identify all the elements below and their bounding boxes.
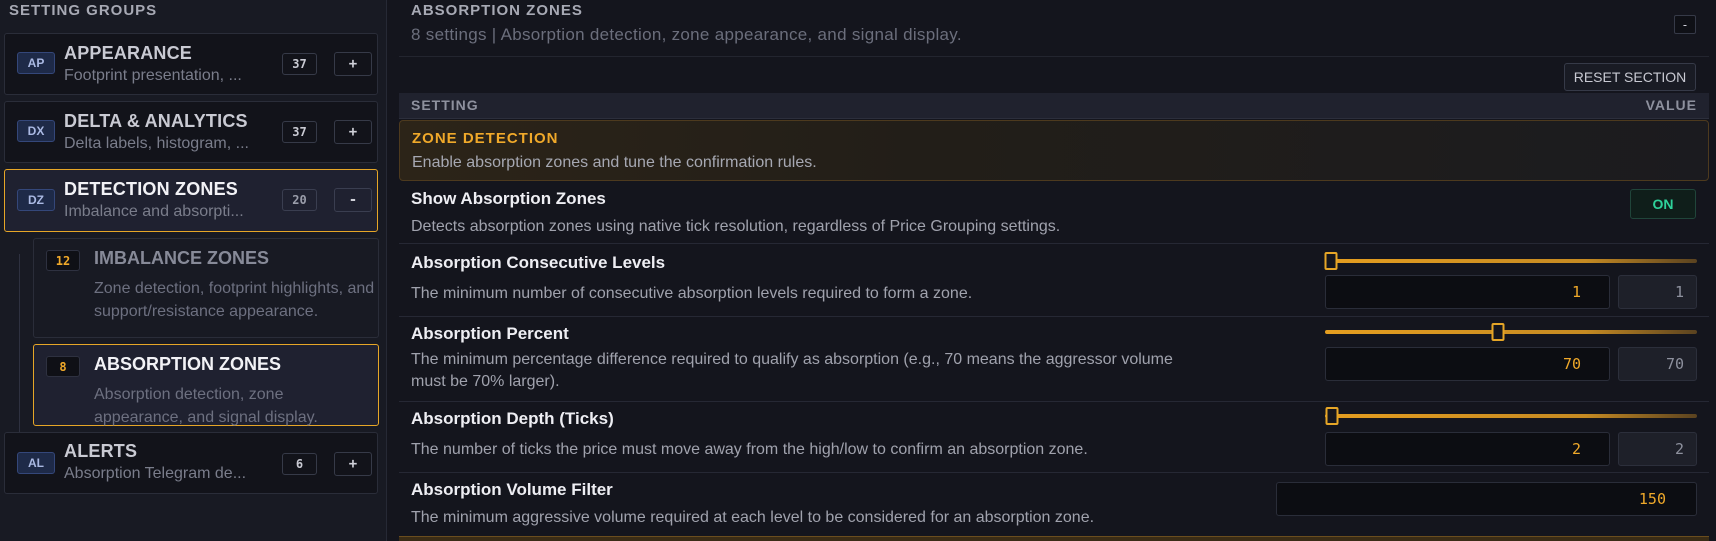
expand-button[interactable]: + (334, 52, 372, 76)
expand-button[interactable]: + (334, 120, 372, 144)
subsection-title: ZONE DETECTION (412, 130, 559, 147)
setting-label: Absorption Depth (Ticks) (411, 409, 614, 428)
slider-thumb[interactable] (1491, 323, 1505, 341)
section-divider (399, 56, 1709, 57)
group-badge: AL (17, 452, 55, 474)
sidebar-divider (386, 0, 387, 541)
subgroup-count: 12 (46, 250, 80, 271)
setting-row-consecutive-levels: Absorption Consecutive Levels The minimu… (399, 245, 1709, 317)
reset-section-button[interactable]: RESET SECTION (1564, 63, 1696, 91)
subgroup-count: 8 (46, 356, 80, 377)
subgroup-description: Absorption detection, zone appearance, a… (94, 386, 318, 426)
slider-thumb[interactable] (1324, 252, 1338, 270)
setting-description: The minimum number of consecutive absorp… (411, 285, 973, 302)
group-badge: AP (17, 52, 55, 74)
absorption-percent-input[interactable]: 70 (1325, 347, 1610, 381)
volume-filter-input[interactable]: 150 (1276, 482, 1697, 516)
setting-description: The minimum percentage difference requir… (411, 351, 1173, 390)
subgroup-description: Zone detection, footprint highlights, an… (94, 280, 375, 320)
subgroup-imbalance-zones[interactable]: 12 IMBALANCE ZONES Zone detection, footp… (33, 238, 379, 338)
absorption-depth-input[interactable]: 2 (1325, 432, 1610, 466)
setting-description: Detects absorption zones using native ti… (411, 218, 1061, 235)
setting-count: 6 (282, 453, 317, 475)
absorption-depth-readout: 2 (1618, 432, 1697, 466)
setting-label: Absorption Volume Filter (411, 480, 613, 499)
absorption-percent-readout: 70 (1618, 347, 1697, 381)
group-title: DELTA & ANALYTICS (64, 111, 248, 131)
group-detection-zones[interactable]: DZ DETECTION ZONES Imbalance and absorpt… (4, 169, 378, 232)
setting-row-volume-filter: Absorption Volume Filter The minimum agg… (399, 474, 1709, 536)
slider-thumb[interactable] (1325, 407, 1339, 425)
group-description: Absorption Telegram de... (64, 465, 247, 482)
setting-description: The number of ticks the price must move … (411, 441, 1088, 458)
group-badge: DZ (17, 189, 55, 211)
consecutive-levels-input[interactable]: 1 (1325, 275, 1610, 309)
collapse-button[interactable]: - (334, 188, 372, 212)
subsection-zone-detection: ZONE DETECTION Enable absorption zones a… (399, 120, 1709, 181)
group-title: APPEARANCE (64, 43, 193, 63)
next-subsection-edge (399, 536, 1709, 541)
group-title: ALERTS (64, 441, 138, 461)
setting-row-absorption-percent: Absorption Percent The minimum percentag… (399, 318, 1709, 402)
setting-description: The minimum aggressive volume required a… (411, 509, 1095, 526)
setting-label: Absorption Percent (411, 324, 569, 343)
setting-label: Absorption Consecutive Levels (411, 253, 666, 272)
group-description: Delta labels, histogram, ... (64, 135, 249, 152)
group-delta-analytics[interactable]: DX DELTA & ANALYTICS Delta labels, histo… (4, 101, 378, 163)
group-appearance[interactable]: AP APPEARANCE Footprint presentation, ..… (4, 33, 378, 95)
setting-count: 37 (282, 53, 317, 75)
slider-track (1325, 259, 1697, 263)
setting-row-absorption-depth: Absorption Depth (Ticks) The number of t… (399, 403, 1709, 473)
setting-count: 20 (282, 189, 317, 211)
settings-table-header: SETTING VALUE (399, 93, 1709, 119)
setting-row-show-absorption-zones: Show Absorption Zones Detects absorption… (399, 181, 1709, 244)
slider-track (1325, 414, 1697, 418)
group-alerts[interactable]: AL ALERTS Absorption Telegram de... 6 + (4, 432, 378, 494)
consecutive-levels-slider[interactable] (1324, 251, 1697, 271)
absorption-depth-slider[interactable] (1325, 406, 1697, 426)
subgroup-title: ABSORPTION ZONES (94, 354, 282, 374)
settings-sidebar: SETTING GROUPS AP APPEARANCE Footprint p… (0, 0, 386, 541)
consecutive-levels-readout: 1 (1618, 275, 1697, 309)
group-title: DETECTION ZONES (64, 179, 239, 199)
setting-label: Show Absorption Zones (411, 189, 606, 208)
section-title: ABSORPTION ZONES (411, 2, 583, 19)
setting-count: 37 (282, 121, 317, 143)
absorption-percent-slider[interactable] (1325, 322, 1697, 342)
subgroup-absorption-zones[interactable]: 8 ABSORPTION ZONES Absorption detection,… (33, 344, 379, 426)
group-description: Imbalance and absorpti... (64, 203, 244, 220)
column-setting: SETTING (411, 97, 479, 113)
expand-button[interactable]: + (334, 452, 372, 476)
settings-panel: ABSORPTION ZONES 8 settings | Absorption… (399, 0, 1709, 541)
show-absorption-zones-toggle[interactable]: ON (1630, 189, 1696, 219)
subgroup-title: IMBALANCE ZONES (94, 248, 269, 268)
group-description: Footprint presentation, ... (64, 67, 242, 84)
sidebar-heading: SETTING GROUPS (9, 2, 158, 19)
slider-track (1325, 330, 1697, 334)
subsection-description: Enable absorption zones and tune the con… (412, 154, 817, 171)
section-meta: 8 settings | Absorption detection, zone … (411, 25, 962, 44)
collapse-section-button[interactable]: - (1674, 15, 1696, 34)
column-value: VALUE (1645, 97, 1697, 113)
group-badge: DX (17, 120, 55, 142)
